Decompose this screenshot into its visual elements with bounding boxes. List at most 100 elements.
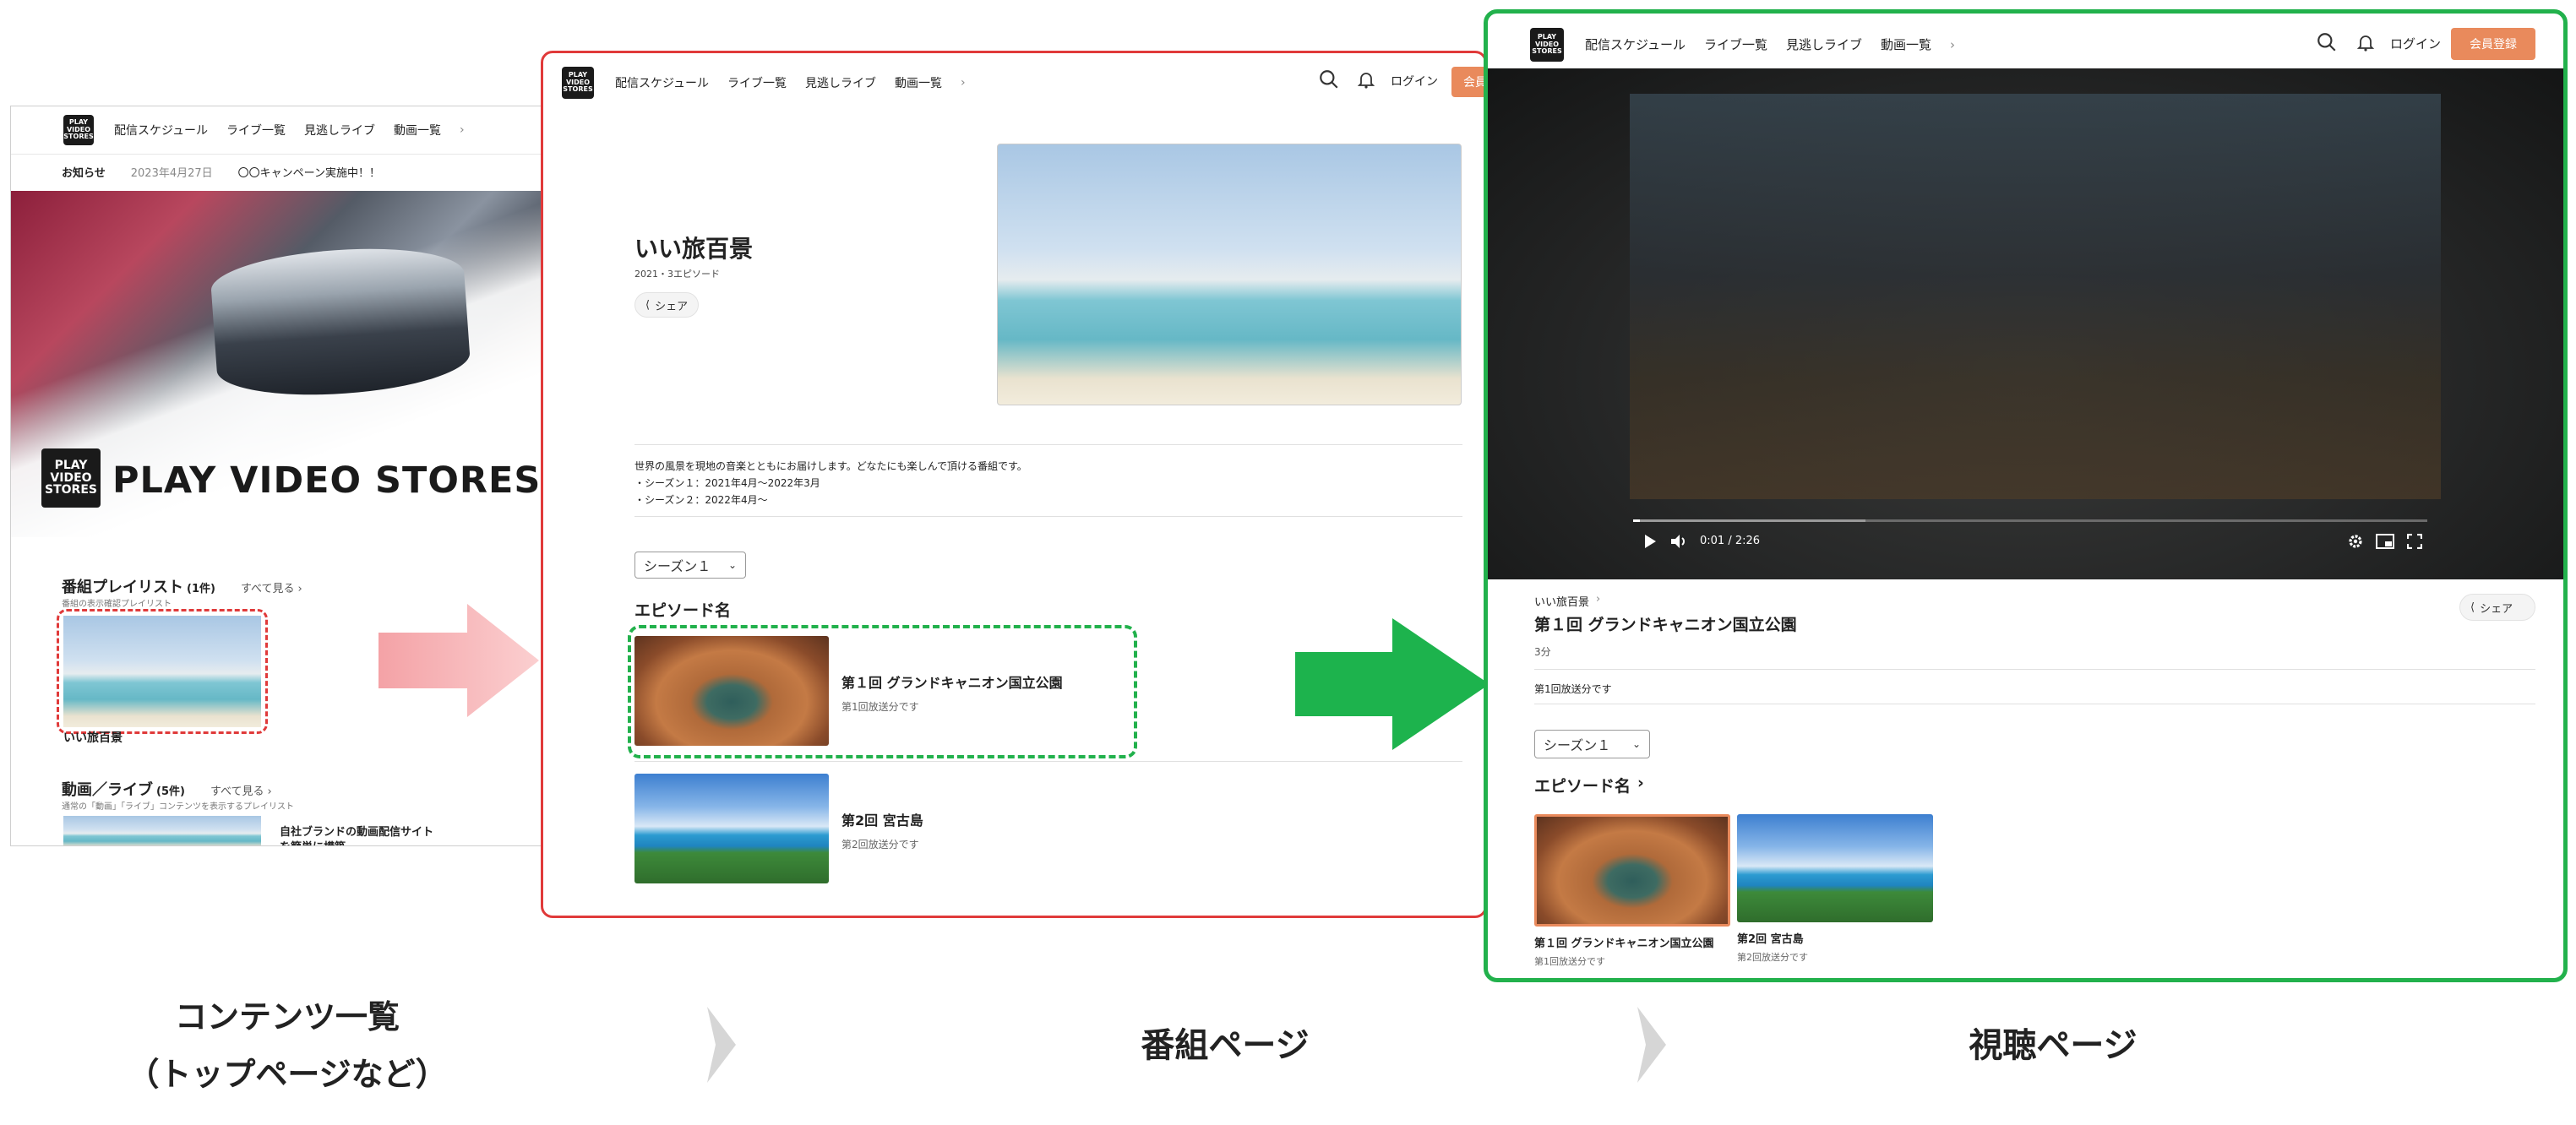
caption-content-list-line1: コンテンツ一覧 bbox=[174, 998, 400, 1035]
chevron-down-icon: ⌄ bbox=[1631, 738, 1641, 750]
nav-missed-live[interactable]: 見逃しライブ bbox=[304, 122, 375, 139]
caption-watch-page: 視聴ページ bbox=[1969, 1026, 2138, 1065]
episode-subtitle-2: 第2回放送分です bbox=[841, 839, 919, 851]
program-link[interactable]: いい旅百景 › bbox=[1534, 593, 1600, 609]
share-button[interactable]: ⟨ シェア bbox=[634, 292, 700, 318]
episode-subtitle-1: 第1回放送分です bbox=[841, 701, 919, 713]
share-label: シェア bbox=[655, 300, 689, 313]
nav-schedule[interactable]: 配信スケジュール bbox=[615, 74, 709, 91]
description-divider-2 bbox=[634, 516, 1462, 517]
content-list-panel: PLAY VIDEO STORES 配信スケジュール ライブ一覧 見逃しライブ … bbox=[10, 106, 542, 846]
episode-thumbnail-2[interactable] bbox=[634, 774, 829, 883]
playlist-count: (1件) bbox=[187, 583, 215, 595]
bell-icon[interactable] bbox=[1356, 68, 1376, 90]
description-divider bbox=[634, 444, 1462, 445]
video-item-title[interactable]: 自社ブランドの動画配信サイト bbox=[280, 823, 433, 839]
bell-icon[interactable] bbox=[2355, 31, 2376, 53]
program-meta: 2021・3エピソード bbox=[634, 269, 720, 280]
playlist-subtitle: 番組の表示確認プレイリスト bbox=[62, 600, 172, 609]
season-select[interactable]: シーズン１ ⌄ bbox=[634, 552, 746, 579]
nav-missed-live[interactable]: 見逃しライブ bbox=[1786, 35, 1862, 53]
nav-video-list[interactable]: 動画一覧 bbox=[1881, 35, 1931, 53]
video-player[interactable]: 0:01 / 2:26 bbox=[1488, 68, 2563, 579]
video-thumbnail[interactable] bbox=[63, 816, 261, 845]
chevron-right-icon[interactable]: › bbox=[298, 583, 302, 595]
register-button[interactable]: 会員登録 bbox=[1451, 67, 1484, 97]
episode-card-title-2[interactable]: 第2回 宮古島 bbox=[1737, 930, 1804, 946]
nav-schedule[interactable]: 配信スケジュール bbox=[1585, 35, 1686, 53]
program-key-visual bbox=[997, 144, 1462, 405]
volume-icon[interactable] bbox=[1670, 533, 1689, 550]
pink-arrow-icon bbox=[379, 604, 539, 717]
login-link[interactable]: ログイン bbox=[2390, 35, 2441, 52]
nav-video-list[interactable]: 動画一覧 bbox=[895, 74, 942, 91]
episode-row-2[interactable]: 第2回 宮古島 第2回放送分です bbox=[634, 774, 1129, 883]
green-arrow-icon bbox=[1295, 618, 1490, 750]
chevron-right-icon: › bbox=[1637, 774, 1644, 792]
hero-title: PLAY VIDEO STORES bbox=[112, 459, 542, 502]
fullscreen-icon[interactable] bbox=[2407, 534, 2422, 549]
picture-in-picture-icon[interactable] bbox=[2376, 534, 2394, 549]
register-button[interactable]: 会員登録 bbox=[2451, 28, 2535, 60]
program-title: いい旅百景 bbox=[634, 235, 754, 263]
episode-card-title-1[interactable]: 第１回 グランドキャニオン国立公園 bbox=[1534, 934, 1714, 950]
settings-gear-icon[interactable] bbox=[2347, 533, 2364, 550]
play-icon[interactable] bbox=[1643, 534, 1657, 549]
top-nav: 配信スケジュール ライブ一覧 見逃しライブ 動画一覧 › bbox=[114, 122, 465, 139]
episode-card-subtitle-2: 第2回放送分です bbox=[1737, 952, 1808, 963]
hero-logo: PLAY VIDEO STORES bbox=[41, 448, 101, 508]
notice-bar[interactable]: お知らせ 2023年4月27日 〇〇キャンペーン実施中！！ bbox=[62, 164, 380, 180]
site-logo[interactable]: PLAY VIDEO STORES bbox=[1530, 28, 1564, 62]
share-icon: ⟨ bbox=[645, 298, 651, 312]
top-nav: 配信スケジュール ライブ一覧 見逃しライブ 動画一覧 › bbox=[1585, 35, 1955, 53]
search-icon[interactable] bbox=[1318, 68, 1340, 90]
nav-live-list[interactable]: ライブ一覧 bbox=[1704, 35, 1767, 53]
login-link[interactable]: ログイン bbox=[1391, 73, 1438, 90]
chevron-right-icon: › bbox=[1596, 593, 1601, 606]
episode-thumbnail-1[interactable] bbox=[634, 636, 829, 746]
info-divider-1 bbox=[1534, 669, 2535, 670]
season-select[interactable]: シーズン１ ⌄ bbox=[1534, 730, 1650, 758]
chevron-right-icon[interactable]: › bbox=[460, 123, 465, 137]
episode-title-1[interactable]: 第１回 グランドキャニオン国立公園 bbox=[841, 671, 1063, 692]
site-logo[interactable]: PLAY VIDEO STORES bbox=[562, 67, 594, 99]
episode-title-2[interactable]: 第2回 宮古島 bbox=[841, 809, 923, 829]
caption-content-list-line2: （トップページなど） bbox=[127, 1056, 448, 1093]
video-see-all[interactable]: すべて見る bbox=[210, 782, 264, 798]
episodes-heading[interactable]: エピソード名 › bbox=[1534, 774, 1644, 796]
video-progress-played bbox=[1633, 519, 1640, 522]
chevron-right-icon[interactable]: › bbox=[268, 785, 272, 798]
episode-thumbnail-1[interactable] bbox=[1534, 814, 1730, 927]
caption-program-page: 番組ページ bbox=[1141, 1026, 1310, 1065]
site-logo[interactable]: PLAY VIDEO STORES bbox=[63, 115, 94, 145]
episode-title: 第１回 グランドキャニオン国立公園 bbox=[1534, 616, 1797, 634]
nav-live-list[interactable]: ライブ一覧 bbox=[727, 74, 787, 91]
program-description-1: 世界の風景を現地の音楽とともにお届けします。どなたにも楽しんで頂ける番組です。 bbox=[634, 460, 1027, 472]
video-section-title: 動画／ライブ bbox=[62, 781, 153, 799]
video-section-subtitle: 通常の「動画」「ライブ」コンテンツを表示するプレイリスト bbox=[62, 802, 294, 812]
top-nav: 配信スケジュール ライブ一覧 見逃しライブ 動画一覧 › bbox=[615, 74, 966, 91]
search-icon[interactable] bbox=[2316, 31, 2338, 53]
episode-row-1[interactable]: 第１回 グランドキャニオン国立公園 第1回放送分です bbox=[634, 636, 1129, 746]
share-button[interactable]: ⟨ シェア bbox=[2459, 594, 2535, 621]
playlist-see-all[interactable]: すべて見る bbox=[241, 579, 295, 595]
program-description-3: ・シーズン２：2022年4月〜 bbox=[634, 494, 768, 506]
playlist-item-title[interactable]: いい旅百景 bbox=[63, 729, 123, 746]
hero-image: PLAY VIDEO STORES PLAY VIDEO STORES bbox=[11, 191, 542, 537]
episode-duration: 3分 bbox=[1534, 646, 1551, 658]
nav-video-list[interactable]: 動画一覧 bbox=[394, 122, 441, 139]
episode-thumbnail-2[interactable] bbox=[1737, 814, 1933, 922]
episode-card-1[interactable]: 第１回 グランドキャニオン国立公園 第1回放送分です bbox=[1534, 814, 1730, 978]
episodes-heading: エピソード名 bbox=[634, 601, 732, 620]
chevron-separator-icon bbox=[707, 1007, 736, 1083]
notice-label: お知らせ bbox=[62, 167, 106, 180]
share-icon: ⟨ bbox=[2470, 601, 2475, 614]
chevron-right-icon[interactable]: › bbox=[1950, 37, 1955, 52]
episode-card-2[interactable]: 第2回 宮古島 第2回放送分です bbox=[1737, 814, 1933, 978]
playlist-thumbnail[interactable] bbox=[63, 616, 261, 727]
nav-live-list[interactable]: ライブ一覧 bbox=[226, 122, 286, 139]
video-frame bbox=[1630, 94, 2441, 499]
nav-schedule[interactable]: 配信スケジュール bbox=[114, 122, 208, 139]
nav-missed-live[interactable]: 見逃しライブ bbox=[805, 74, 876, 91]
chevron-right-icon[interactable]: › bbox=[961, 76, 966, 90]
